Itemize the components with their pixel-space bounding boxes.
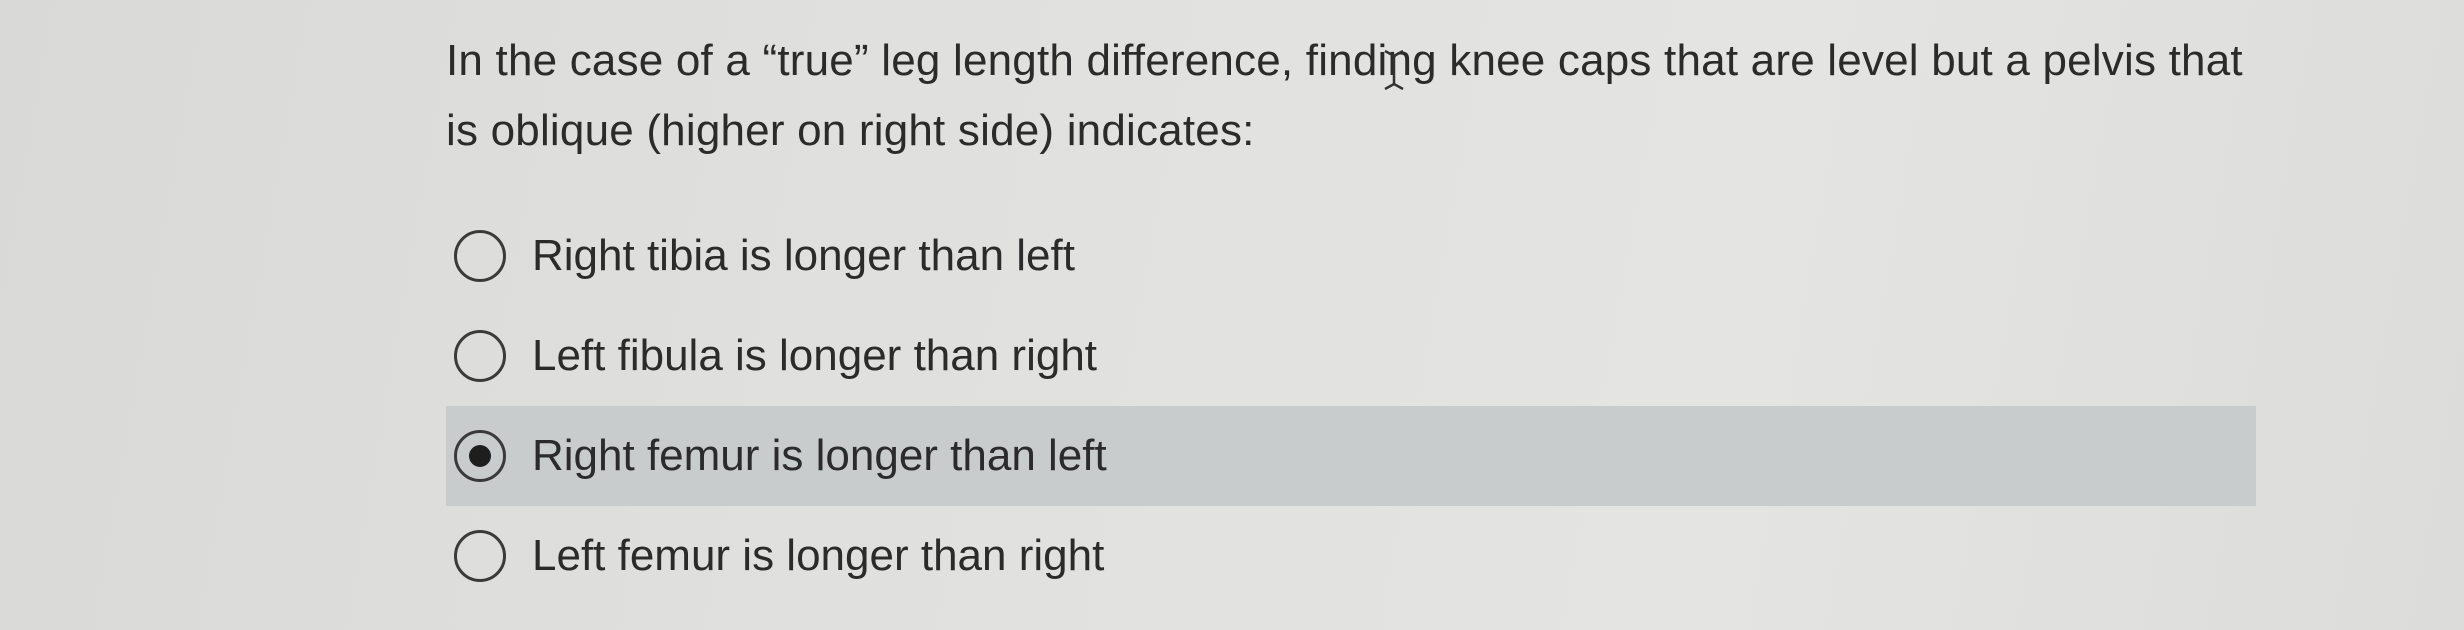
option-label: Left femur is longer than right [532, 531, 1105, 580]
option-label: Left fibula is longer than right [532, 331, 1098, 380]
option-left-fibula[interactable]: Left fibula is longer than right [446, 306, 2256, 406]
radio-selected-icon[interactable] [454, 430, 506, 482]
option-label: Right femur is longer than left [532, 431, 1107, 480]
option-label: Right tibia is longer than left [532, 231, 1075, 280]
question-text: In the case of a “true” leg length diffe… [446, 36, 2243, 155]
radio-empty-icon[interactable] [454, 330, 506, 382]
radio-empty-icon[interactable] [454, 530, 506, 582]
option-left-femur[interactable]: Left femur is longer than right [446, 506, 2256, 606]
option-right-femur[interactable]: Right femur is longer than left [446, 406, 2256, 506]
radio-dot [469, 445, 491, 467]
option-right-tibia[interactable]: Right tibia is longer than left [446, 206, 2256, 306]
answer-options: Right tibia is longer than left Left fib… [446, 206, 2256, 606]
radio-empty-icon[interactable] [454, 230, 506, 282]
text-cursor-icon [1384, 49, 1404, 91]
